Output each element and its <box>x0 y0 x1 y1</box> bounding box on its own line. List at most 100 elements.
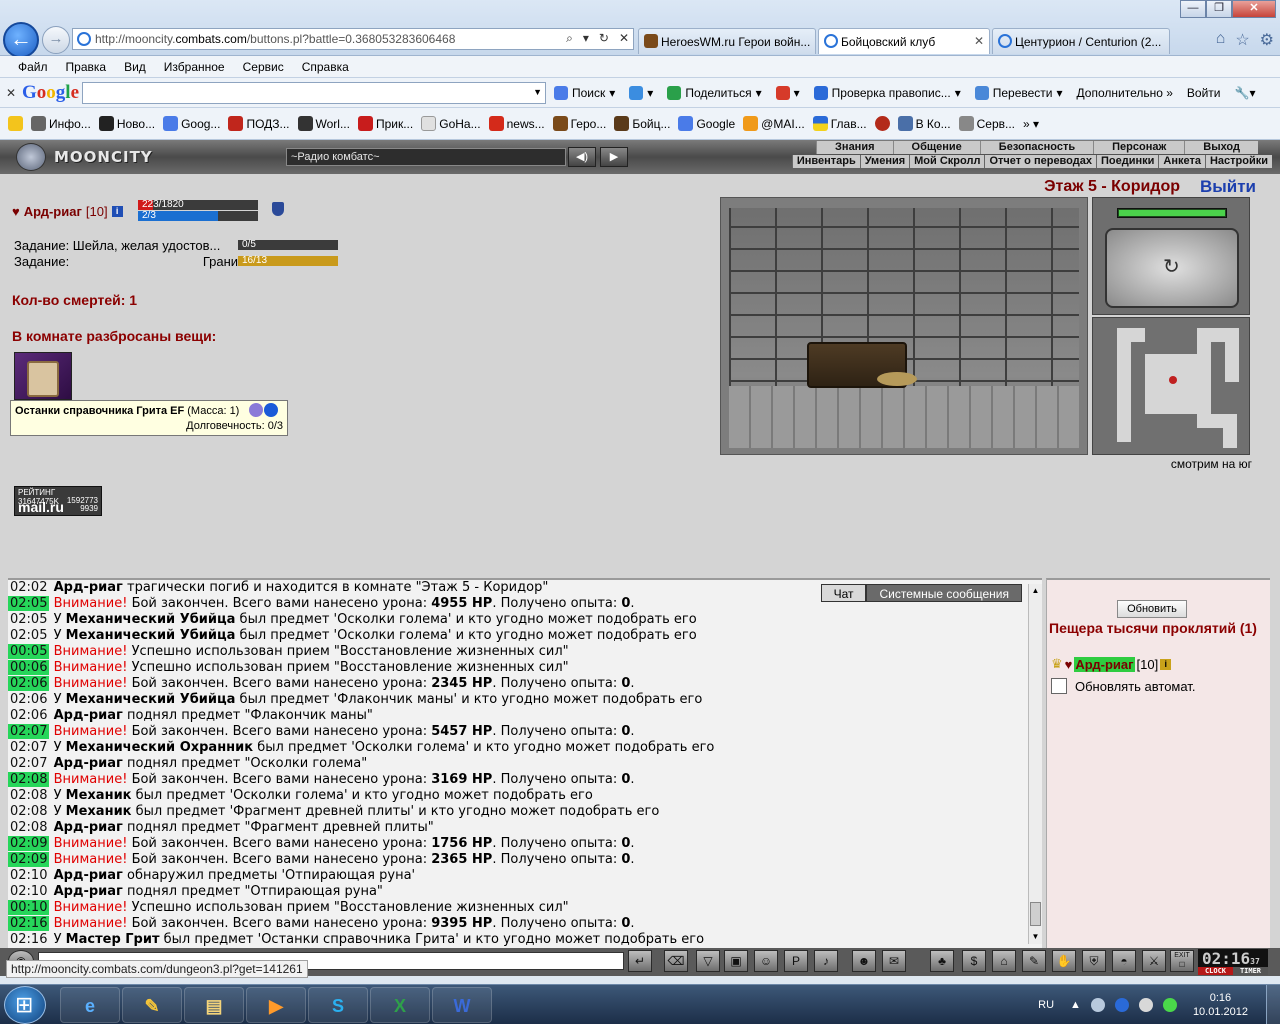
menu-file[interactable]: Файл <box>18 60 48 74</box>
timestamp[interactable]: 02:10 <box>8 884 49 899</box>
start-button[interactable] <box>4 986 46 1024</box>
money-bag-icon[interactable]: $ <box>962 950 986 972</box>
filter-icon[interactable]: ▽ <box>696 950 720 972</box>
back-button[interactable]: ← <box>3 22 39 58</box>
player-name[interactable]: Ард-риаг <box>54 820 123 835</box>
forward-button[interactable]: → <box>42 26 70 54</box>
menu-help[interactable]: Справка <box>302 60 349 74</box>
fav-item[interactable]: Глав... <box>812 116 867 131</box>
timestamp[interactable]: 02:07 <box>8 740 49 755</box>
share-button[interactable]: Поделиться ▾ <box>667 85 762 100</box>
fav-item[interactable]: Инфо... <box>31 116 91 131</box>
timestamp[interactable]: 02:08 <box>8 804 49 819</box>
crossed-swords-icon[interactable]: ⚔ <box>1142 950 1166 972</box>
timestamp[interactable]: 02:08 <box>8 788 49 803</box>
info-icon[interactable]: i <box>1160 658 1172 670</box>
scroll-icon[interactable]: ✎ <box>1022 950 1046 972</box>
fav-item[interactable]: Прик... <box>357 116 413 131</box>
nav-character[interactable]: Персонаж <box>1093 141 1185 154</box>
mailru-rating-badge[interactable]: РЕЙТИНГ 31647475K mail.ru 1592773 9939 <box>14 486 102 516</box>
info-icon[interactable]: i <box>111 206 123 217</box>
nav-settings[interactable]: Настройки <box>1204 155 1272 168</box>
menu-edit[interactable]: Правка <box>66 60 107 74</box>
timestamp[interactable]: 02:06 <box>8 708 49 723</box>
player-name[interactable]: Механический Убийца <box>66 612 236 627</box>
battery-tray-icon[interactable] <box>1162 998 1177 1012</box>
timestamp[interactable]: 02:10 <box>8 868 49 883</box>
timestamp[interactable]: 02:16 <box>8 916 50 931</box>
chest-object[interactable] <box>807 342 917 388</box>
explorer-taskbar-icon[interactable]: ▤ <box>184 987 244 1023</box>
fav-item[interactable]: GoHa... <box>421 116 481 131</box>
spellcheck-button[interactable]: Проверка правопис... ▾ <box>813 85 961 100</box>
timestamp[interactable]: 02:09 <box>8 836 50 851</box>
fav-item[interactable]: Геро... <box>552 116 606 131</box>
nav-profile[interactable]: Анкета <box>1158 155 1205 168</box>
word-taskbar-icon[interactable]: W <box>432 987 492 1023</box>
shield-icon[interactable] <box>272 202 284 216</box>
tools-gear-icon[interactable]: ⚙ <box>1260 30 1274 50</box>
popup-blocker-button[interactable]: ▾ <box>775 85 800 100</box>
timestamp[interactable]: 00:06 <box>8 660 50 675</box>
player-name[interactable]: Механический Охранник <box>66 740 253 755</box>
fav-item[interactable]: @MAI... <box>743 116 805 131</box>
timestamp[interactable]: 02:16 <box>8 932 49 947</box>
player-name[interactable]: Ард-риаг <box>54 884 123 899</box>
exit-dungeon-link[interactable]: Выйти <box>1200 177 1256 197</box>
scroll-thumb[interactable] <box>1030 902 1041 926</box>
search-icon[interactable]: ⌕ <box>566 31 573 46</box>
helmet-icon[interactable]: ◓ <box>1112 950 1136 972</box>
tab-heroeswm[interactable]: HeroesWM.ru Герои войн... <box>638 28 816 54</box>
system-clock[interactable]: 0:16 10.01.2012 <box>1193 991 1248 1019</box>
radio-station[interactable]: ~Радио комбатс~ <box>286 148 566 166</box>
chest-icon[interactable]: ⌂ <box>992 950 1016 972</box>
auto-refresh-checkbox[interactable] <box>1051 678 1067 694</box>
translate-button[interactable]: Перевести ▾ <box>974 85 1063 100</box>
excel-taskbar-icon[interactable]: X <box>370 987 430 1023</box>
player-name[interactable]: Ард-риаг <box>54 868 123 883</box>
eraser-icon[interactable]: ⌫ <box>664 950 688 972</box>
player-name[interactable]: Механик <box>66 804 132 819</box>
nav-exit[interactable]: Выход <box>1184 141 1258 154</box>
timestamp[interactable]: 02:05 <box>8 596 50 611</box>
private-icon[interactable]: ✉ <box>882 950 906 972</box>
player-name[interactable]: Ард-риаг <box>54 580 123 595</box>
nav-communication[interactable]: Общение <box>892 141 980 154</box>
timestamp[interactable]: 02:06 <box>8 676 50 691</box>
player-name[interactable]: Ард-риаг <box>54 756 123 771</box>
fav-item[interactable]: Google <box>678 116 735 131</box>
tab-centurion[interactable]: Центурион / Centurion (2... <box>992 28 1170 54</box>
tray-arrow-icon[interactable]: ▲ <box>1070 999 1081 1011</box>
nav-battles[interactable]: Поединки <box>1095 155 1159 168</box>
close-tab-icon[interactable]: ✕ <box>974 34 984 48</box>
compat-view-icon[interactable]: ▾ <box>583 31 589 46</box>
exit-button[interactable]: EXIT ☐ <box>1170 950 1194 972</box>
fav-item[interactable]: ПОДЗ... <box>228 116 290 131</box>
sound-icon[interactable]: ♪ <box>814 950 838 972</box>
timestamp[interactable]: 00:05 <box>8 644 50 659</box>
volume-tray-icon[interactable] <box>1138 998 1153 1012</box>
address-bar[interactable]: http://mooncity. combats.com/buttons.pl?b… <box>72 28 634 50</box>
media-player-taskbar-icon[interactable]: ▶ <box>246 987 306 1023</box>
fav-item[interactable]: Goog... <box>163 116 220 131</box>
task-label[interactable]: Задание: <box>14 254 69 269</box>
nav-skills[interactable]: Умения <box>859 155 910 168</box>
sign-in-button[interactable]: Войти <box>1187 86 1221 100</box>
smiles-icon[interactable]: ☻ <box>852 950 876 972</box>
gloves-icon[interactable]: ✋ <box>1052 950 1076 972</box>
player-name[interactable]: Мастер Грит <box>66 932 160 947</box>
nav-my-scroll[interactable]: Мой Скролл <box>909 155 985 168</box>
volume-button[interactable]: ◀) <box>568 147 596 167</box>
item-slot[interactable] <box>14 352 72 400</box>
nav-inventory[interactable]: Инвентарь <box>791 155 860 168</box>
ie-taskbar-icon[interactable]: e <box>60 987 120 1023</box>
fav-item[interactable]: Серв... <box>958 116 1015 131</box>
menu-view[interactable]: Вид <box>124 60 146 74</box>
show-desktop-button[interactable] <box>1266 985 1280 1024</box>
player-name[interactable]: Ард-риаг <box>54 708 123 723</box>
tab-system-messages[interactable]: Системные сообщения <box>866 584 1022 602</box>
user-name[interactable]: Ард-риаг <box>1074 656 1135 672</box>
wrench-icon[interactable]: 🔧▾ <box>1235 86 1256 100</box>
direction-pad[interactable] <box>1105 228 1239 308</box>
translit-icon[interactable]: P <box>784 950 808 972</box>
